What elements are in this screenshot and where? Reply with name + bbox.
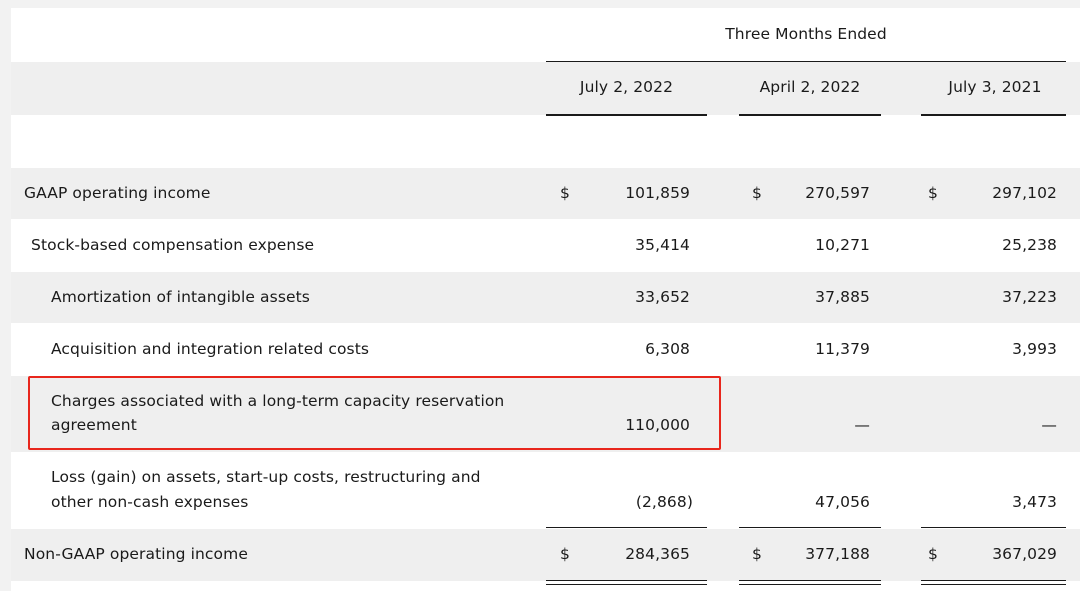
dollar-sign: $ <box>560 545 570 563</box>
cell-value: 10,271 <box>815 236 870 254</box>
cell-value: 377,188 <box>805 545 870 563</box>
cell-value: 6,308 <box>645 340 690 358</box>
cell-value: 101,859 <box>625 184 690 202</box>
column-rule-2 <box>739 114 881 116</box>
total-double-rule <box>739 580 881 581</box>
row-label-loss-line-1: Loss (gain) on assets, start-up costs, r… <box>51 468 481 486</box>
column-header-july-2-2022: July 2, 2022 <box>579 78 674 96</box>
row-label-amortization: Amortization of intangible assets <box>51 288 310 306</box>
period-rule <box>546 61 1066 62</box>
cell-value: (2,868) <box>635 493 693 511</box>
column-rule-1 <box>546 114 707 116</box>
row-label-stock-based-compensation: Stock-based compensation expense <box>31 236 315 254</box>
cell-value: 11,379 <box>815 340 870 358</box>
cell-value: 284,365 <box>625 545 690 563</box>
cell-value-dash: — <box>1041 416 1057 434</box>
subtotal-rule <box>546 527 707 528</box>
cell-value: 35,414 <box>635 236 690 254</box>
cell-value: 3,473 <box>1012 493 1057 511</box>
total-double-rule <box>739 584 881 585</box>
row-label-loss-line-2: other non-cash expenses <box>51 493 249 511</box>
period-title: Three Months Ended <box>725 25 887 43</box>
subtotal-rule <box>739 527 881 528</box>
total-double-rule <box>921 584 1066 585</box>
cell-value: 25,238 <box>1002 236 1057 254</box>
dollar-sign: $ <box>560 184 570 202</box>
dollar-sign: $ <box>928 184 938 202</box>
column-header-april-2-2022: April 2, 2022 <box>759 78 861 96</box>
cell-value: 37,223 <box>1002 288 1057 306</box>
total-double-rule <box>921 580 1066 581</box>
column-header-july-3-2021: July 3, 2021 <box>948 78 1042 96</box>
dollar-sign: $ <box>928 545 938 563</box>
cell-value: 270,597 <box>805 184 870 202</box>
cell-value: 33,652 <box>635 288 690 306</box>
row-label-non-gaap-operating-income: Non-GAAP operating income <box>24 545 248 563</box>
row-label-gaap-operating-income: GAAP operating income <box>24 184 211 202</box>
row-label-acquisition: Acquisition and integration related cost… <box>51 340 370 358</box>
cell-value: 3,993 <box>1012 340 1057 358</box>
cell-value: 297,102 <box>992 184 1057 202</box>
dollar-sign: $ <box>752 184 762 202</box>
total-double-rule <box>546 580 707 581</box>
cell-value: 37,885 <box>815 288 870 306</box>
total-double-rule <box>546 584 707 585</box>
cell-value: 367,029 <box>992 545 1057 563</box>
cell-value-dash: — <box>854 416 870 434</box>
dollar-sign: $ <box>752 545 762 563</box>
cell-value: 47,056 <box>815 493 870 511</box>
subtotal-rule <box>921 527 1066 528</box>
column-rule-3 <box>921 114 1066 116</box>
highlight-box <box>28 376 721 450</box>
